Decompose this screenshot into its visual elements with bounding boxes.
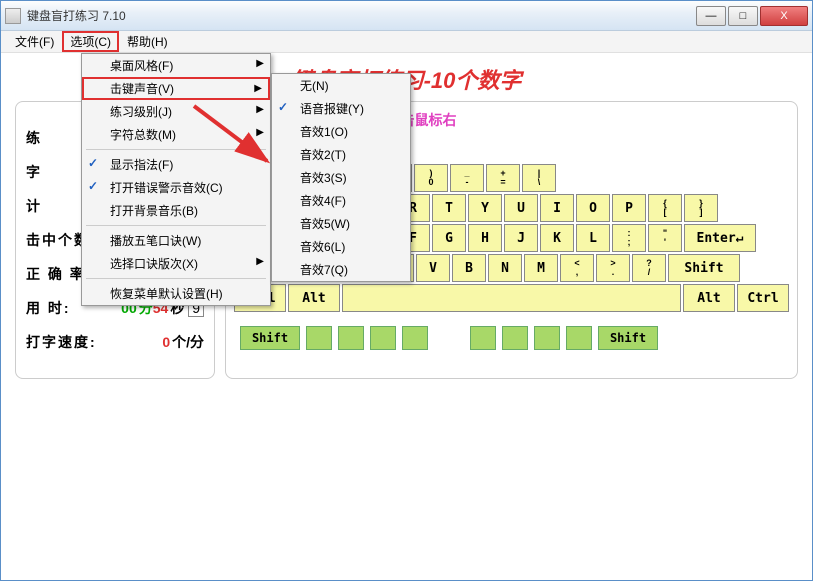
finger-key: [306, 326, 332, 350]
menu-item[interactable]: 练习级别(J)▶: [82, 100, 270, 123]
key[interactable]: "': [648, 224, 682, 252]
key[interactable]: G: [432, 224, 466, 252]
key[interactable]: P: [612, 194, 646, 222]
minimize-button[interactable]: —: [696, 6, 726, 26]
check-icon: ✓: [88, 156, 98, 170]
finger-key: [338, 326, 364, 350]
menu-item[interactable]: 音效5(W): [272, 212, 410, 235]
key[interactable]: Shift: [668, 254, 740, 282]
menubar: 文件(F) 选项(C) 帮助(H): [1, 31, 812, 53]
stat-label: 练: [26, 128, 42, 148]
menu-item[interactable]: 播放五笔口诀(W): [82, 229, 270, 252]
speed-value: 0: [162, 334, 170, 350]
menu-item[interactable]: 音效6(L): [272, 235, 410, 258]
menu-item[interactable]: 桌面风格(F)▶: [82, 54, 270, 77]
key[interactable]: U: [504, 194, 538, 222]
key[interactable]: J: [504, 224, 538, 252]
check-icon: ✓: [278, 100, 288, 114]
key[interactable]: N: [488, 254, 522, 282]
menu-item[interactable]: 显示指法(F)✓: [82, 153, 270, 176]
submenu-arrow-icon: ▶: [256, 127, 264, 138]
key[interactable]: K: [540, 224, 574, 252]
key[interactable]: B: [452, 254, 486, 282]
menu-item[interactable]: 音效7(Q): [272, 258, 410, 281]
submenu-arrow-icon: ▶: [256, 256, 264, 267]
key[interactable]: )0: [414, 164, 448, 192]
key[interactable]: [342, 284, 681, 312]
menu-options[interactable]: 选项(C): [62, 31, 119, 52]
menu-item[interactable]: 音效3(S): [272, 166, 410, 189]
key[interactable]: <,: [560, 254, 594, 282]
menu-item[interactable]: 击键声音(V)▶: [82, 77, 270, 100]
menu-item[interactable]: 音效1(O): [272, 120, 410, 143]
menu-help[interactable]: 帮助(H): [119, 31, 176, 52]
app-icon: [5, 8, 21, 24]
key[interactable]: _-: [450, 164, 484, 192]
app-window: 键盘盲打练习 7.10 — □ X 文件(F) 选项(C) 帮助(H) 键盘盲打…: [0, 0, 813, 581]
key[interactable]: ?/: [632, 254, 666, 282]
key[interactable]: T: [432, 194, 466, 222]
key[interactable]: :;: [612, 224, 646, 252]
menu-item[interactable]: 无(N): [272, 74, 410, 97]
menu-item[interactable]: 选择口诀版次(X)▶: [82, 252, 270, 275]
key[interactable]: M: [524, 254, 558, 282]
key[interactable]: Enter↵: [684, 224, 756, 252]
menu-item[interactable]: 恢复菜单默认设置(H): [82, 282, 270, 305]
finger-key: [370, 326, 396, 350]
titlebar[interactable]: 键盘盲打练习 7.10 — □ X: [1, 1, 812, 31]
options-dropdown: 桌面风格(F)▶击键声音(V)▶练习级别(J)▶字符总数(M)▶ 显示指法(F)✓…: [81, 53, 271, 306]
submenu-arrow-icon: ▶: [254, 83, 262, 94]
key[interactable]: H: [468, 224, 502, 252]
key[interactable]: Alt: [683, 284, 735, 312]
time-label: 用 时:: [26, 298, 71, 318]
menu-item[interactable]: 语音报键(Y)✓: [272, 97, 410, 120]
key[interactable]: V: [416, 254, 450, 282]
finger-shift-right: Shift: [598, 326, 658, 350]
finger-key: [566, 326, 592, 350]
finger-key: [402, 326, 428, 350]
check-icon: ✓: [88, 179, 98, 193]
window-title: 键盘盲打练习 7.10: [27, 7, 696, 24]
menu-item[interactable]: 音效4(F): [272, 189, 410, 212]
menu-file[interactable]: 文件(F): [7, 31, 62, 52]
finger-key: [470, 326, 496, 350]
key[interactable]: O: [576, 194, 610, 222]
close-button[interactable]: X: [760, 6, 808, 26]
finger-key: [534, 326, 560, 350]
key[interactable]: L: [576, 224, 610, 252]
finger-key: [502, 326, 528, 350]
maximize-button[interactable]: □: [728, 6, 758, 26]
key[interactable]: +=: [486, 164, 520, 192]
key[interactable]: {[: [648, 194, 682, 222]
menu-item[interactable]: 打开错误警示音效(C)✓: [82, 176, 270, 199]
key[interactable]: Ctrl: [737, 284, 789, 312]
stat-label: 字: [26, 162, 42, 182]
key[interactable]: |\: [522, 164, 556, 192]
key[interactable]: Y: [468, 194, 502, 222]
sound-dropdown: 无(N)语音报键(Y)✓音效1(O)音效2(T)音效3(S)音效4(F)音效5(…: [271, 73, 411, 282]
submenu-arrow-icon: ▶: [256, 58, 264, 69]
finger-shift-left: Shift: [240, 326, 300, 350]
menu-item[interactable]: 字符总数(M)▶: [82, 123, 270, 146]
stat-label: 计: [26, 196, 42, 216]
key[interactable]: I: [540, 194, 574, 222]
submenu-arrow-icon: ▶: [256, 104, 264, 115]
finger-bar: Shift Shift: [234, 320, 789, 356]
speed-label: 打字速度:: [26, 332, 97, 352]
menu-item[interactable]: 打开背景音乐(B): [82, 199, 270, 222]
key[interactable]: >.: [596, 254, 630, 282]
menu-item[interactable]: 音效2(T): [272, 143, 410, 166]
key[interactable]: }]: [684, 194, 718, 222]
key[interactable]: Alt: [288, 284, 340, 312]
